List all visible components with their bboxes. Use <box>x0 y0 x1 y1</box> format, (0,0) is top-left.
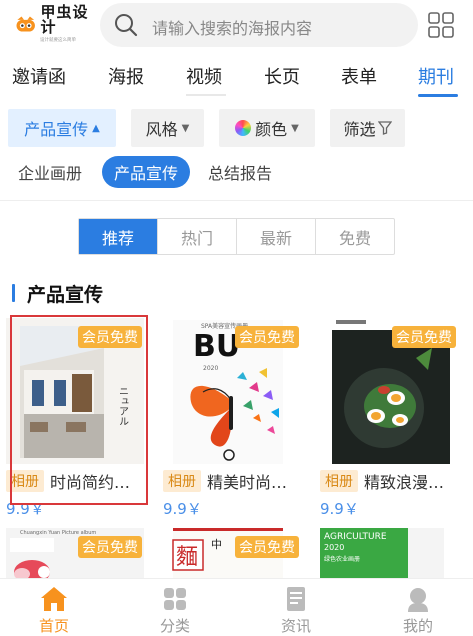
nav-category[interactable]: 分类 <box>135 585 215 636</box>
category-tag: 相册 <box>320 470 358 492</box>
cover-headline: AGRICULTURE <box>324 532 387 542</box>
cover-subtitle: 中 <box>211 538 222 551</box>
subtag-enterprise-album[interactable]: 企业画册 <box>12 156 88 188</box>
filter-style-label: 风格 <box>145 120 178 139</box>
nav-profile[interactable]: 我的 <box>378 585 458 636</box>
section-header: 产品宣传 <box>12 282 104 306</box>
member-free-badge: 会员免费 <box>235 536 299 558</box>
card-title: 时尚简约… <box>50 473 131 492</box>
cover-headline: BU <box>193 329 240 364</box>
nav-home[interactable]: 首页 <box>14 585 94 636</box>
nav-category-label: 分类 <box>159 617 190 635</box>
card-title: 精美时尚… <box>207 473 288 492</box>
caret-down-icon: ▼ <box>181 122 190 134</box>
grid-menu-icon[interactable] <box>428 12 454 38</box>
logo-name: 甲虫设计 <box>40 3 89 36</box>
filter-product-dropdown[interactable]: 产品宣传 ▲ <box>8 109 116 147</box>
cover-year: 2020 <box>324 543 344 552</box>
filter-style-dropdown[interactable]: 风格 ▼ <box>131 109 204 147</box>
nav-home-label: 首页 <box>38 617 69 635</box>
category-tag: 相册 <box>6 470 44 492</box>
card-title: 精致浪漫… <box>364 473 445 492</box>
category-tabs: 邀请函 海报 视频 长页 表单 期刊 <box>0 52 473 102</box>
category-icon <box>164 588 186 610</box>
cover-text: ニュアル <box>117 386 129 426</box>
template-card[interactable]: 麵 中 会员免费 <box>163 528 301 578</box>
seg-hot[interactable]: 热门 <box>158 219 237 254</box>
sort-segment: 推荐 热门 最新 免费 <box>78 218 395 255</box>
logo-text: 甲虫设计 设计就要这么简单 <box>40 5 94 43</box>
cover-character: 麵 <box>176 545 198 570</box>
search-icon <box>115 14 138 37</box>
card-price: 9.9￥ <box>320 500 359 518</box>
tab-invitation[interactable]: 邀请函 <box>12 63 66 89</box>
card-price: 9.9￥ <box>6 500 45 518</box>
card-thumbnail: Chuangxin Yuan Picture album 会员免费 <box>6 528 144 578</box>
card-thumbnail: 麵 中 会员免费 <box>163 528 301 578</box>
template-card[interactable]: Chuangxin Yuan Picture album 会员免费 <box>6 528 144 578</box>
nav-profile-label: 我的 <box>402 617 433 635</box>
seg-recommend[interactable]: 推荐 <box>79 219 158 254</box>
nav-news[interactable]: 资讯 <box>256 585 336 636</box>
filter-color-label: 颜色 <box>255 120 288 139</box>
card-info: 相册 时尚简约… <box>6 470 156 492</box>
filter-screen-label: 筛选 <box>343 120 376 139</box>
card-info: 相册 精美时尚… <box>163 470 313 492</box>
card-cover-image: AGRICULTURE 2020 绿色农业画册 <box>320 528 458 578</box>
card-price: 9.9￥ <box>163 500 202 518</box>
filter-color-dropdown[interactable]: 颜色 ▼ <box>219 109 315 147</box>
member-free-badge: 会员免费 <box>78 536 142 558</box>
subtag-summary-report[interactable]: 总结报告 <box>202 156 278 188</box>
tab-long-page[interactable]: 长页 <box>264 63 300 89</box>
search-input[interactable]: 请输入搜索的海报内容 <box>100 3 418 47</box>
section-title: 产品宣传 <box>27 283 104 306</box>
filter-screen-button[interactable]: 筛选 <box>330 109 405 147</box>
header: 甲虫设计 设计就要这么简单 请输入搜索的海报内容 <box>0 0 473 50</box>
funnel-icon <box>377 121 392 135</box>
subtag-product-promo[interactable]: 产品宣传 <box>102 156 190 188</box>
tab-journal[interactable]: 期刊 <box>418 63 454 89</box>
subcategory-tags: 企业画册 产品宣传 总结报告 <box>0 152 473 192</box>
card-thumbnail: AGRICULTURE 2020 绿色农业画册 <box>320 528 458 578</box>
filter-product-label: 产品宣传 <box>24 120 89 139</box>
card-thumbnail: SPA美容宣传画册 BU 2020 会员免费 <box>163 318 301 464</box>
caret-up-icon: ▲ <box>92 122 100 134</box>
member-free-badge: 会员免费 <box>392 326 456 348</box>
category-tag: 相册 <box>163 470 201 492</box>
card-thumbnail: 会员免费 <box>320 318 458 464</box>
profile-icon <box>408 588 428 612</box>
search-placeholder: 请输入搜索的海报内容 <box>152 19 313 38</box>
divider <box>0 200 473 201</box>
seg-newest[interactable]: 最新 <box>237 219 316 254</box>
template-card[interactable]: SPA美容宣传画册 BU 2020 会员免费 相册 精美时尚… 9.9￥ <box>163 318 301 518</box>
card-info: 相册 精致浪漫… <box>320 470 470 492</box>
active-tab-underline <box>418 94 458 97</box>
section-accent-bar <box>12 284 15 302</box>
template-card[interactable]: ニュアル 会员免费 相册 时尚简约… 9.9￥ <box>6 318 144 518</box>
member-free-badge: 会员免费 <box>235 326 299 348</box>
home-icon <box>41 587 67 611</box>
logo[interactable]: 甲虫设计 设计就要这么简单 <box>14 5 94 42</box>
template-card[interactable]: AGRICULTURE 2020 绿色农业画册 <box>320 528 458 578</box>
caret-down-icon: ▼ <box>291 122 299 134</box>
logo-slogan: 设计就要这么简单 <box>40 37 77 43</box>
seg-free[interactable]: 免费 <box>316 219 394 254</box>
card-thumbnail: ニュアル 会员免费 <box>6 318 144 464</box>
bottom-navigation: 首页 分类 资讯 我的 <box>0 578 473 636</box>
tab-scroll-hint <box>186 94 226 96</box>
nav-news-label: 资讯 <box>280 617 311 635</box>
template-card[interactable]: 会员免费 相册 精致浪漫… 9.9￥ <box>320 318 458 518</box>
tab-poster[interactable]: 海报 <box>108 63 144 89</box>
color-wheel-icon <box>235 120 252 136</box>
cover-year: 2020 <box>203 365 218 372</box>
filter-bar: 产品宣传 ▲ 风格 ▼ 颜色 ▼ 筛选 <box>0 108 473 148</box>
news-icon <box>287 587 305 611</box>
tab-form[interactable]: 表单 <box>341 63 377 89</box>
member-free-badge: 会员免费 <box>78 326 142 348</box>
beetle-logo-icon <box>16 16 35 32</box>
cover-subtitle: 绿色农业画册 <box>324 555 360 563</box>
tab-video[interactable]: 视频 <box>186 63 222 89</box>
